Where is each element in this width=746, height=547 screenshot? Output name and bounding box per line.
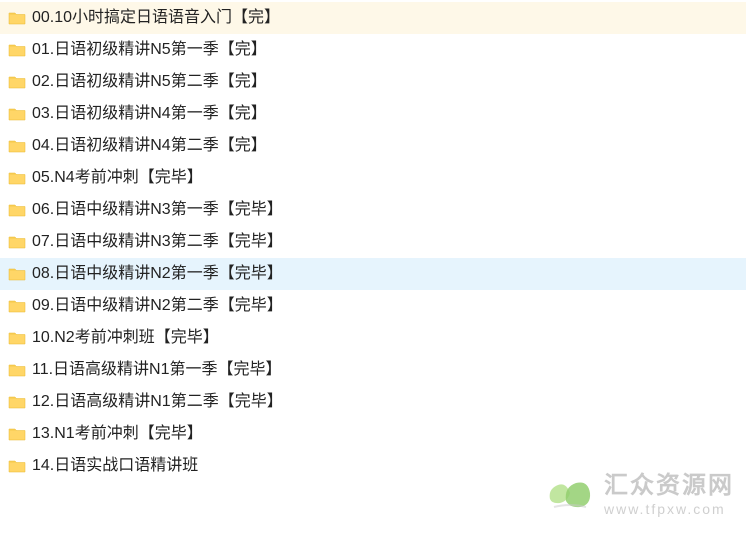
file-row[interactable]: 01.日语初级精讲N5第一季【完】 xyxy=(0,34,746,66)
file-name: 09.日语中级精讲N2第二季【完毕】 xyxy=(32,290,283,322)
file-name: 05.N4考前冲刺【完毕】 xyxy=(32,162,203,194)
file-row[interactable]: 13.N1考前冲刺【完毕】 xyxy=(0,418,746,450)
watermark-logo-icon xyxy=(544,471,596,519)
watermark-text: 汇众资源网 www.tfpxw.com xyxy=(604,473,734,517)
watermark-url: www.tfpxw.com xyxy=(604,501,734,517)
folder-icon xyxy=(8,459,26,473)
folder-icon xyxy=(8,267,26,281)
folder-icon xyxy=(8,11,26,25)
folder-icon xyxy=(8,107,26,121)
folder-icon xyxy=(8,139,26,153)
folder-icon xyxy=(8,395,26,409)
file-row[interactable]: 11.日语高级精讲N1第一季【完毕】 xyxy=(0,354,746,386)
folder-icon xyxy=(8,331,26,345)
file-row[interactable]: 07.日语中级精讲N3第二季【完毕】 xyxy=(0,226,746,258)
file-name: 12.日语高级精讲N1第二季【完毕】 xyxy=(32,386,283,418)
file-name: 01.日语初级精讲N5第一季【完】 xyxy=(32,34,267,66)
folder-icon xyxy=(8,171,26,185)
file-name: 07.日语中级精讲N3第二季【完毕】 xyxy=(32,226,283,258)
file-name: 04.日语初级精讲N4第二季【完】 xyxy=(32,130,267,162)
file-name: 10.N2考前冲刺班【完毕】 xyxy=(32,322,219,354)
folder-icon xyxy=(8,299,26,313)
folder-icon xyxy=(8,75,26,89)
folder-icon xyxy=(8,235,26,249)
file-name: 03.日语初级精讲N4第一季【完】 xyxy=(32,98,267,130)
file-name: 08.日语中级精讲N2第一季【完毕】 xyxy=(32,258,283,290)
file-name: 11.日语高级精讲N1第一季【完毕】 xyxy=(32,354,282,386)
file-row[interactable]: 00.10小时搞定日语语音入门【完】 xyxy=(0,2,746,34)
folder-icon xyxy=(8,43,26,57)
file-row[interactable]: 12.日语高级精讲N1第二季【完毕】 xyxy=(0,386,746,418)
watermark: 汇众资源网 www.tfpxw.com xyxy=(544,471,734,519)
file-row[interactable]: 06.日语中级精讲N3第一季【完毕】 xyxy=(0,194,746,226)
file-row[interactable]: 04.日语初级精讲N4第二季【完】 xyxy=(0,130,746,162)
folder-icon xyxy=(8,427,26,441)
file-row[interactable]: 03.日语初级精讲N4第一季【完】 xyxy=(0,98,746,130)
watermark-title: 汇众资源网 xyxy=(604,473,734,499)
file-name: 14.日语实战口语精讲班 xyxy=(32,450,198,482)
file-row[interactable]: 10.N2考前冲刺班【完毕】 xyxy=(0,322,746,354)
file-row[interactable]: 09.日语中级精讲N2第二季【完毕】 xyxy=(0,290,746,322)
file-row[interactable]: 02.日语初级精讲N5第二季【完】 xyxy=(0,66,746,98)
file-row[interactable]: 05.N4考前冲刺【完毕】 xyxy=(0,162,746,194)
file-row[interactable]: 08.日语中级精讲N2第一季【完毕】 xyxy=(0,258,746,290)
file-name: 00.10小时搞定日语语音入门【完】 xyxy=(32,2,280,34)
file-name: 06.日语中级精讲N3第一季【完毕】 xyxy=(32,194,283,226)
file-list: 00.10小时搞定日语语音入门【完】 01.日语初级精讲N5第一季【完】 02.… xyxy=(0,0,746,482)
file-name: 02.日语初级精讲N5第二季【完】 xyxy=(32,66,267,98)
folder-icon xyxy=(8,203,26,217)
file-name: 13.N1考前冲刺【完毕】 xyxy=(32,418,203,450)
folder-icon xyxy=(8,363,26,377)
